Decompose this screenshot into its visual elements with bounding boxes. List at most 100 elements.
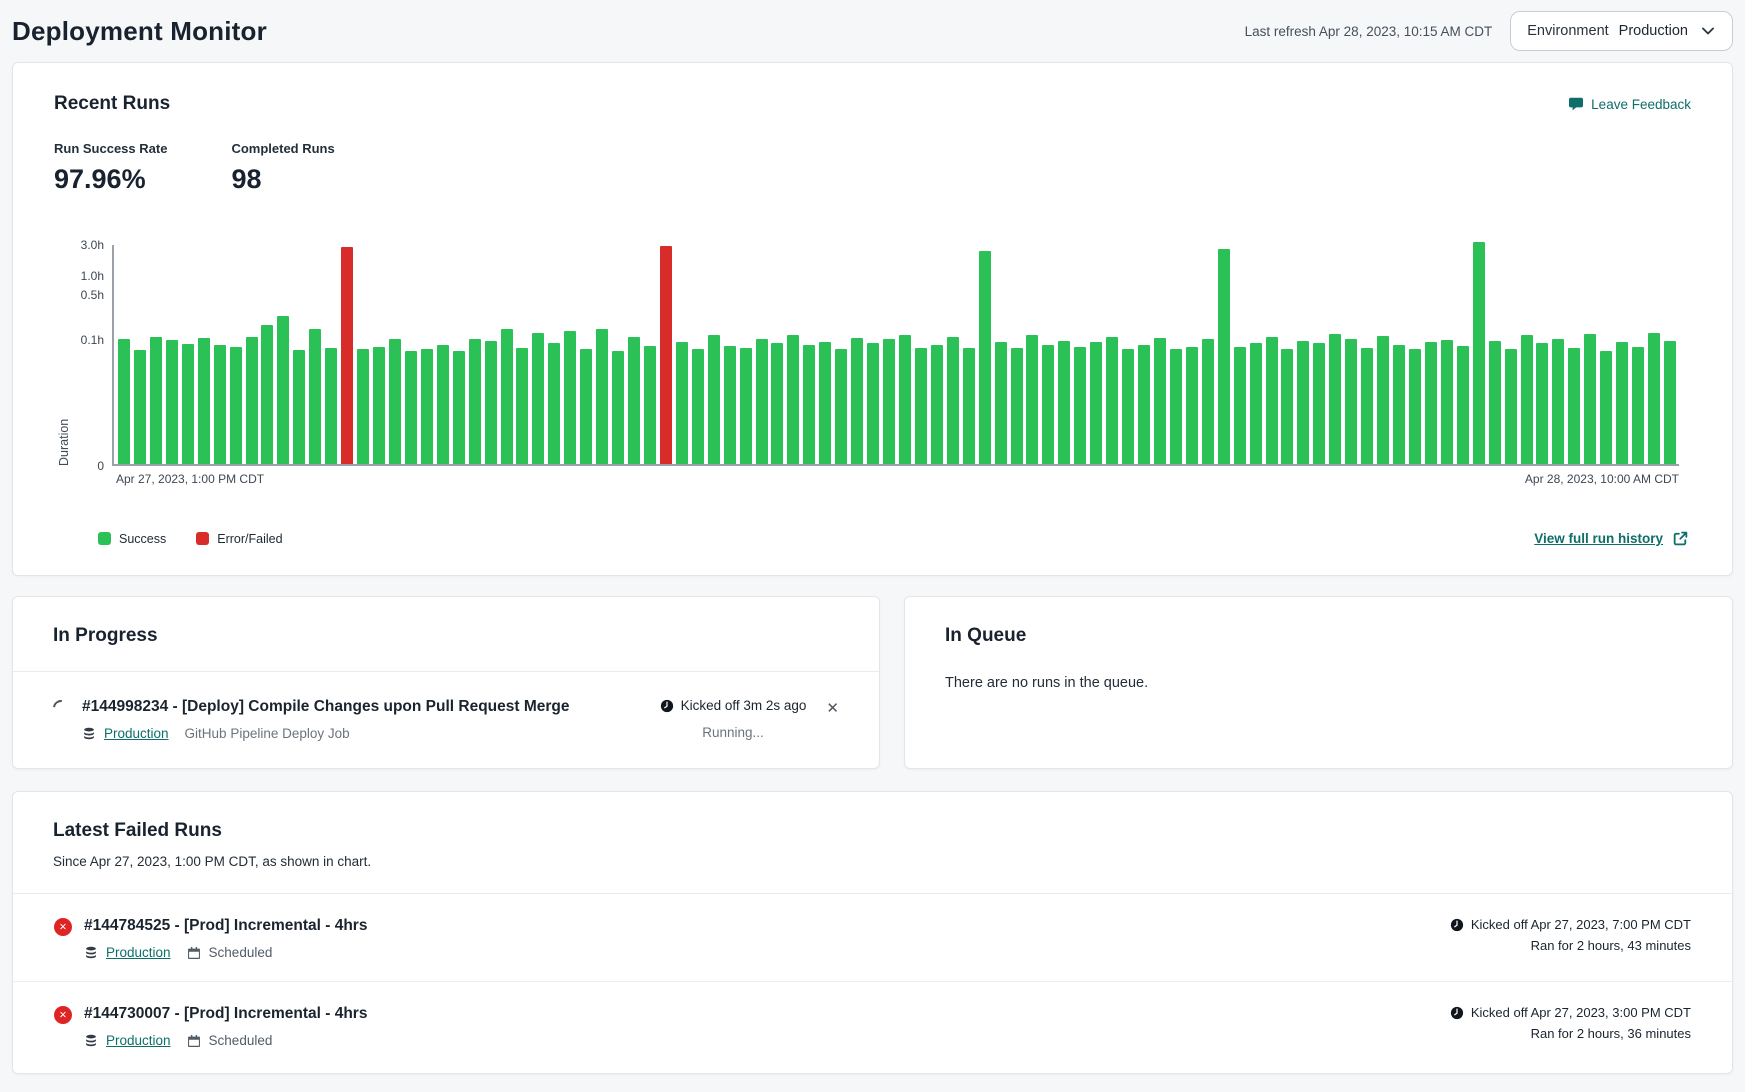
environment-dropdown[interactable]: Environment Production — [1510, 11, 1733, 51]
chart-bar-success[interactable] — [421, 349, 433, 464]
chart-bar-success[interactable] — [899, 335, 911, 464]
chart-bar-success[interactable] — [1393, 345, 1405, 464]
chart-bar-success[interactable] — [1122, 349, 1134, 464]
chart-bar-success[interactable] — [469, 339, 481, 464]
chart-bar-success[interactable] — [644, 346, 656, 464]
view-full-run-history-link[interactable]: View full run history — [1534, 530, 1689, 547]
chart-bar-success[interactable] — [724, 346, 736, 464]
run-environment-link[interactable]: Production — [106, 1033, 171, 1048]
chart-bar-success[interactable] — [1170, 349, 1182, 464]
chart-bar-success[interactable] — [1297, 341, 1309, 464]
chart-bar-success[interactable] — [325, 348, 337, 464]
chart-bar-success[interactable] — [532, 333, 544, 464]
chart-bar-success[interactable] — [867, 343, 879, 464]
chart-bar-success[interactable] — [819, 342, 831, 464]
chart-bar-success[interactable] — [851, 338, 863, 464]
chart-bar-success[interactable] — [309, 329, 321, 464]
chart-bar-success[interactable] — [182, 344, 194, 464]
chart-bar-success[interactable] — [1154, 338, 1166, 464]
chart-bar-success[interactable] — [1138, 345, 1150, 464]
chart-bar-success[interactable] — [1441, 340, 1453, 464]
chart-bar-success[interactable] — [1584, 334, 1596, 464]
chart-bar-success[interactable] — [835, 349, 847, 464]
chart-bar-success[interactable] — [1409, 349, 1421, 464]
chart-bar-success[interactable] — [915, 348, 927, 464]
chart-bar-success[interactable] — [1425, 342, 1437, 464]
chart-bar-success[interactable] — [548, 343, 560, 464]
chart-bar-success[interactable] — [692, 349, 704, 464]
chart-bar-success[interactable] — [564, 331, 576, 464]
chart-bar-success[interactable] — [373, 347, 385, 464]
chart-bar-success[interactable] — [1074, 347, 1086, 464]
chart-bar-success[interactable] — [1521, 335, 1533, 464]
chart-bar-success[interactable] — [1489, 341, 1501, 464]
chart-bar-success[interactable] — [1202, 339, 1214, 464]
chart-bar-success[interactable] — [963, 348, 975, 464]
chart-bar-success[interactable] — [246, 337, 258, 464]
chart-bar-success[interactable] — [596, 329, 608, 464]
chart-bar-success[interactable] — [357, 349, 369, 464]
chart-bar-success[interactable] — [580, 349, 592, 464]
leave-feedback-link[interactable]: Leave Feedback — [1568, 96, 1691, 112]
chart-bar-success[interactable] — [1616, 342, 1628, 464]
chart-bar-success[interactable] — [230, 347, 242, 464]
chart-bar-failed[interactable] — [660, 246, 672, 464]
chart-bar-success[interactable] — [1648, 333, 1660, 464]
chart-bar-success[interactable] — [1026, 335, 1038, 464]
chart-bar-success[interactable] — [1568, 348, 1580, 464]
chart-bar-success[interactable] — [1632, 347, 1644, 464]
chart-bar-success[interactable] — [708, 335, 720, 464]
chart-bar-success[interactable] — [405, 351, 417, 464]
chart-bar-success[interactable] — [516, 348, 528, 464]
run-environment-link[interactable]: Production — [106, 945, 171, 960]
chart-bar-success[interactable] — [485, 341, 497, 464]
chart-bar-success[interactable] — [1313, 343, 1325, 464]
chart-bar-success[interactable] — [1600, 351, 1612, 464]
chart-bar-success[interactable] — [1186, 347, 1198, 464]
chart-bar-failed[interactable] — [341, 247, 353, 464]
chart-bar-success[interactable] — [1281, 349, 1293, 464]
chart-bar-success[interactable] — [676, 342, 688, 464]
chart-bar-success[interactable] — [261, 325, 273, 464]
chart-bar-success[interactable] — [1218, 249, 1230, 464]
chart-bar-success[interactable] — [389, 339, 401, 464]
chart-bar-success[interactable] — [1552, 339, 1564, 464]
chart-bar-success[interactable] — [1536, 343, 1548, 464]
chart-bar-success[interactable] — [501, 329, 513, 464]
chart-bar-success[interactable] — [947, 337, 959, 464]
run-environment-link[interactable]: Production — [104, 726, 169, 741]
chart-bar-success[interactable] — [612, 351, 624, 464]
chart-bar-success[interactable] — [1106, 337, 1118, 464]
cancel-run-button[interactable]: ✕ — [826, 699, 839, 717]
chart-bar-success[interactable] — [453, 351, 465, 464]
chart-bar-success[interactable] — [995, 342, 1007, 464]
chart-bar-success[interactable] — [1505, 349, 1517, 464]
chart-bar-success[interactable] — [1090, 342, 1102, 464]
chart-bar-success[interactable] — [1266, 337, 1278, 464]
chart-bar-success[interactable] — [628, 337, 640, 464]
chart-bar-success[interactable] — [803, 345, 815, 464]
chart-bar-success[interactable] — [118, 339, 130, 464]
chart-bar-success[interactable] — [1329, 334, 1341, 464]
chart-bar-success[interactable] — [1457, 346, 1469, 464]
chart-bar-success[interactable] — [1473, 242, 1485, 464]
chart-bar-success[interactable] — [437, 345, 449, 464]
chart-bar-success[interactable] — [277, 316, 289, 464]
chart-bar-success[interactable] — [771, 343, 783, 464]
chart-bar-success[interactable] — [134, 350, 146, 464]
chart-bar-success[interactable] — [1058, 341, 1070, 464]
chart-bar-success[interactable] — [883, 339, 895, 464]
chart-bar-success[interactable] — [787, 335, 799, 464]
chart-bar-success[interactable] — [756, 339, 768, 464]
chart-bar-success[interactable] — [931, 345, 943, 464]
chart-bar-success[interactable] — [1042, 345, 1054, 464]
chart-bar-success[interactable] — [1345, 339, 1357, 464]
chart-bar-success[interactable] — [740, 348, 752, 464]
chart-bar-success[interactable] — [1377, 336, 1389, 464]
chart-bar-success[interactable] — [1664, 341, 1676, 464]
chart-bar-success[interactable] — [1250, 343, 1262, 464]
chart-bar-success[interactable] — [1011, 348, 1023, 464]
chart-bar-success[interactable] — [979, 251, 991, 464]
chart-bar-success[interactable] — [198, 338, 210, 464]
chart-bar-success[interactable] — [150, 337, 162, 464]
